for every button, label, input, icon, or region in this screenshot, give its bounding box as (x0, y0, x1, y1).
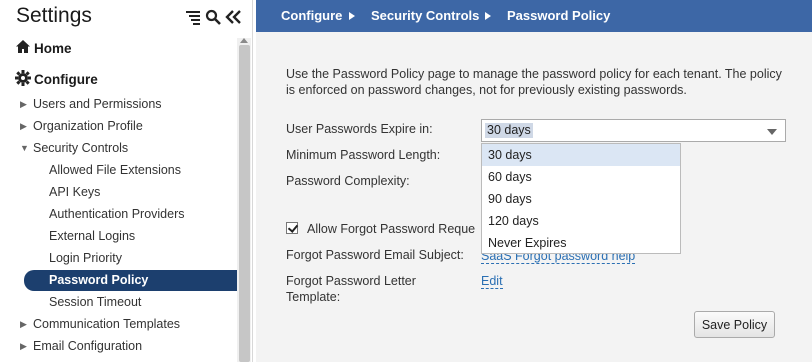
breadcrumb-configure[interactable]: Configure (281, 8, 342, 23)
sidebar-item-session-timeout[interactable]: Session Timeout (49, 291, 141, 313)
forgot-password-checkbox[interactable] (286, 222, 298, 234)
sidebar-item-label: Organization Profile (33, 119, 143, 133)
breadcrumb-separator-icon (349, 12, 355, 20)
sidebar-header: Settings (0, 0, 253, 36)
expire-label: User Passwords Expire in: (286, 122, 433, 136)
nav-configure[interactable]: Configure (15, 70, 98, 89)
sidebar-item-label: Security Controls (33, 141, 129, 155)
sidebar-item-password-policy[interactable]: Password Policy (24, 270, 237, 291)
save-policy-button[interactable]: Save Policy (694, 311, 775, 338)
expire-select-value: 30 days (485, 123, 533, 138)
sidebar-item-allowed-file-extensions[interactable]: Allowed File Extensions (49, 159, 181, 181)
sidebar: Settings Home Configure ▶ Users and Perm… (0, 0, 253, 362)
gear-icon (15, 70, 31, 89)
caret-right-icon: ▶ (20, 341, 27, 351)
chevron-down-icon[interactable] (767, 129, 777, 135)
complexity-label: Password Complexity: (286, 174, 410, 188)
home-icon (15, 39, 31, 57)
forgot-password-label: Allow Forgot Password Reque (307, 222, 476, 236)
sidebar-item-api-keys[interactable]: API Keys (49, 181, 100, 203)
sidebar-item-communication-templates[interactable]: ▶ Communication Templates (20, 313, 180, 335)
sidebar-scrollbar[interactable] (237, 38, 251, 362)
tree-list-icon[interactable] (185, 9, 201, 25)
sidebar-title: Settings (16, 4, 92, 27)
min-length-label: Minimum Password Length: (286, 148, 441, 162)
sidebar-item-users-and-permissions[interactable]: ▶ Users and Permissions (20, 93, 162, 115)
caret-right-icon: ▶ (20, 99, 27, 109)
page-description: Use the Password Policy page to manage t… (286, 67, 782, 97)
expire-dropdown-list: 30 days 60 days 90 days 120 days Never E… (481, 143, 681, 254)
nav-configure-label: Configure (34, 72, 98, 87)
sidebar-item-label: Password Policy (49, 273, 149, 287)
caret-right-icon: ▶ (20, 121, 27, 131)
nav-home-label: Home (34, 40, 72, 56)
sidebar-item-authentication-providers[interactable]: Authentication Providers (49, 203, 185, 225)
nav-home[interactable]: Home (15, 39, 72, 57)
dropdown-option[interactable]: 60 days (482, 166, 680, 188)
scroll-up-icon[interactable] (240, 38, 248, 43)
dropdown-option[interactable]: Never Expires (482, 232, 680, 254)
caret-down-icon: ▼ (20, 143, 29, 153)
sidebar-item-organization-profile[interactable]: ▶ Organization Profile (20, 115, 143, 137)
breadcrumb-password-policy: Password Policy (507, 8, 611, 23)
letter-template-label-line2: Template: (286, 290, 341, 304)
sidebar-tools (185, 9, 241, 25)
sidebar-item-label: Users and Permissions (33, 97, 162, 111)
dropdown-option[interactable]: 90 days (482, 188, 680, 210)
sidebar-item-email-configuration[interactable]: ▶ Email Configuration (20, 335, 142, 357)
expire-select[interactable]: 30 days (481, 119, 786, 142)
email-subject-label: Forgot Password Email Subject: (286, 248, 464, 262)
dropdown-option[interactable]: 30 days (482, 144, 680, 166)
collapse-icon[interactable] (225, 9, 241, 25)
sidebar-item-security-controls[interactable]: ▼ Security Controls (20, 137, 128, 159)
sidebar-item-external-logins[interactable]: External Logins (49, 225, 135, 247)
dropdown-option[interactable]: 120 days (482, 210, 680, 232)
search-icon[interactable] (205, 9, 221, 25)
sidebar-item-label: Email Configuration (33, 339, 143, 353)
caret-right-icon: ▶ (20, 319, 27, 329)
edit-template-link[interactable]: Edit (481, 274, 503, 289)
sidebar-item-login-priority[interactable]: Login Priority (49, 247, 122, 269)
breadcrumb-security-controls[interactable]: Security Controls (371, 8, 479, 23)
breadcrumb-separator-icon (485, 12, 491, 20)
scrollbar-thumb[interactable] (239, 45, 250, 362)
sidebar-item-label: Communication Templates (33, 317, 181, 331)
letter-template-label: Forgot Password Letter (286, 274, 416, 288)
